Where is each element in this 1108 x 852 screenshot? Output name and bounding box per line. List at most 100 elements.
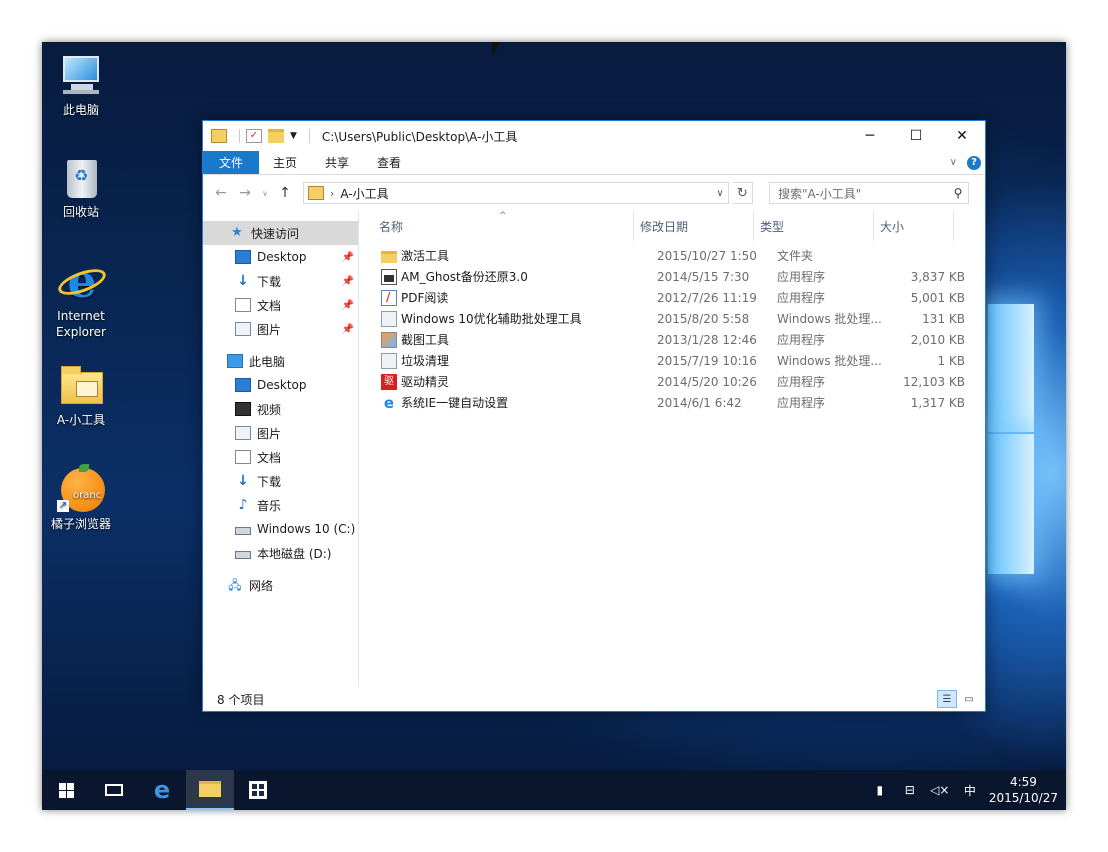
desktop-icon-label: Internet — [57, 309, 105, 323]
edge-icon: e — [153, 776, 171, 804]
nav-quick-access[interactable]: ★ 快速访问 — [203, 221, 358, 245]
file-row[interactable]: 激活工具 2015/10/27 1:50 文件夹 — [359, 245, 985, 266]
nav-pc-downloads[interactable]: ↓ 下载 — [203, 469, 358, 493]
window-folder-icon — [211, 129, 227, 143]
nav-label: Desktop — [257, 378, 307, 392]
nav-pc-documents[interactable]: 文档 — [203, 445, 358, 469]
desktop-icon-this-pc[interactable]: 此电脑 — [42, 52, 120, 118]
nav-drive-c[interactable]: Windows 10 (C:) — [203, 517, 358, 541]
file-row[interactable]: PDF阅读 2012/7/26 11:19 应用程序 5,001 KB — [359, 287, 985, 308]
nav-quick-downloads[interactable]: ↓ 下载 📌 — [203, 269, 358, 293]
task-view-button[interactable] — [90, 770, 138, 810]
forward-icon[interactable]: → — [235, 185, 255, 201]
help-icon[interactable]: ? — [967, 155, 981, 170]
wallpaper-logo-pane — [988, 304, 1034, 432]
nav-label: 视频 — [257, 402, 282, 417]
details-view-icon[interactable]: ☰ — [937, 690, 957, 708]
tab-file[interactable]: 文件 — [203, 151, 260, 174]
ime-indicator[interactable]: 中 — [955, 782, 985, 799]
recent-locations-icon[interactable]: ∨ — [259, 189, 271, 198]
pin-icon[interactable]: 📌 — [342, 252, 354, 263]
search-placeholder: 搜索"A-小工具" — [778, 186, 862, 201]
taskbar-edge-button[interactable]: e — [138, 770, 186, 810]
search-icon[interactable]: ⚲ — [948, 186, 968, 200]
new-folder-icon[interactable] — [268, 129, 284, 143]
desktop-icon-internet-explorer[interactable]: e Internet Explorer — [42, 258, 120, 340]
file-row[interactable]: 驱 驱动精灵 2014/5/20 10:26 应用程序 12,103 KB — [359, 371, 985, 392]
file-row[interactable]: e 系统IE一键自动设置 2014/6/1 6:42 应用程序 1,317 KB — [359, 392, 985, 413]
column-size[interactable]: 大小 — [874, 211, 954, 241]
pin-icon[interactable]: 📌 — [342, 324, 354, 335]
nav-network[interactable]: 🖧 网络 — [203, 573, 358, 597]
breadcrumb-separator-icon[interactable]: › — [330, 187, 334, 200]
nav-drive-d[interactable]: 本地磁盘 (D:) — [203, 541, 358, 565]
desktop-icon-orange-browser[interactable]: oranc ↗ 橘子浏览器 — [42, 464, 120, 532]
file-row[interactable]: 截图工具 2013/1/28 12:46 应用程序 2,010 KB — [359, 329, 985, 350]
expand-ribbon-icon[interactable]: ∨ — [950, 157, 957, 168]
pin-icon[interactable]: 📌 — [342, 300, 354, 311]
file-row[interactable]: AM_Ghost备份还原3.0 2014/5/15 7:30 应用程序 3,83… — [359, 266, 985, 287]
address-bar[interactable]: › A-小工具 ∨ — [303, 182, 729, 204]
orange-browser-icon: oranc ↗ — [57, 464, 105, 514]
nav-pc-pictures[interactable]: 图片 — [203, 421, 358, 445]
nav-label: Windows 10 (C:) — [257, 522, 356, 536]
column-headers: ^ 名称 修改日期 类型 大小 — [359, 211, 985, 241]
back-icon[interactable]: ← — [211, 185, 231, 201]
start-button[interactable] — [42, 770, 90, 810]
minimize-button[interactable]: ─ — [847, 121, 893, 151]
refresh-icon[interactable]: ↻ — [733, 182, 753, 204]
close-button[interactable]: ✕ — [939, 121, 985, 151]
navigation-pane: ★ 快速访问 Desktop 📌 ↓ 下载 📌 文档 📌 图片 📌 此电脑 De… — [203, 211, 359, 687]
properties-icon[interactable]: ✓ — [246, 129, 262, 143]
breadcrumb-current[interactable]: A-小工具 — [340, 185, 388, 202]
nav-label: 图片 — [257, 426, 282, 441]
address-dropdown-icon[interactable]: ∨ — [712, 188, 728, 199]
column-type[interactable]: 类型 — [754, 211, 874, 241]
clock[interactable]: 4:59 2015/10/27 — [985, 774, 1066, 806]
nav-quick-documents[interactable]: 文档 📌 — [203, 293, 358, 317]
search-input[interactable]: 搜索"A-小工具" ⚲ — [769, 182, 969, 204]
nav-label: Desktop — [257, 250, 307, 264]
desktop-icon-tools-folder[interactable]: A-小工具 — [42, 362, 120, 428]
folder-icon — [381, 250, 397, 263]
batch-icon — [381, 310, 397, 327]
desktop-icon — [235, 378, 251, 392]
title-bar[interactable]: ✓ ▼ C:\Users\Public\Desktop\A-小工具 ─ ☐ ✕ — [203, 121, 985, 151]
document-icon — [235, 450, 251, 464]
nav-quick-pictures[interactable]: 图片 📌 — [203, 317, 358, 341]
document-icon — [235, 298, 251, 312]
nav-pc-music[interactable]: ♪ 音乐 — [203, 493, 358, 517]
nav-pc-desktop[interactable]: Desktop — [203, 373, 358, 397]
tab-share[interactable]: 共享 — [311, 151, 363, 174]
nav-label: 图片 — [257, 322, 282, 337]
taskbar-store-button[interactable] — [234, 770, 282, 810]
file-row[interactable]: 垃圾清理 2015/7/19 10:16 Windows 批处理... 1 KB — [359, 350, 985, 371]
network-icon[interactable]: ⊟ — [895, 783, 925, 797]
network-icon: 🖧 — [228, 578, 242, 592]
system-tray: ▮ ⊟ ◁× 中 4:59 2015/10/27 — [865, 770, 1066, 810]
star-icon: ★ — [231, 225, 243, 240]
volume-muted-icon[interactable]: ◁× — [925, 783, 955, 797]
taskbar-file-explorer-button[interactable] — [186, 770, 234, 810]
safely-remove-icon[interactable]: ▮ — [865, 783, 895, 797]
desktop-icon-label: A-小工具 — [56, 413, 106, 427]
store-icon — [249, 781, 267, 799]
nav-pc-videos[interactable]: 视频 — [203, 397, 358, 421]
maximize-button[interactable]: ☐ — [893, 121, 939, 151]
tab-view[interactable]: 查看 — [363, 151, 415, 174]
wallpaper-logo-pane — [988, 434, 1034, 574]
nav-quick-desktop[interactable]: Desktop 📌 — [203, 245, 358, 269]
nav-this-pc[interactable]: 此电脑 — [203, 349, 358, 373]
large-icons-view-icon[interactable]: ▭ — [959, 690, 979, 708]
pictures-icon — [235, 426, 251, 440]
desktop-icon-recycle-bin[interactable]: 回收站 — [42, 154, 120, 220]
column-date[interactable]: 修改日期 — [634, 211, 754, 241]
up-icon[interactable]: ↑ — [275, 185, 295, 201]
pin-icon[interactable]: 📌 — [342, 276, 354, 287]
tab-home[interactable]: 主页 — [259, 151, 311, 174]
file-rows: 激活工具 2015/10/27 1:50 文件夹 AM_Ghost备份还原3.0… — [359, 241, 985, 413]
customize-quick-access-icon[interactable]: ▼ — [290, 131, 297, 141]
nav-label: 文档 — [257, 298, 282, 313]
file-row[interactable]: Windows 10优化辅助批处理工具 2015/8/20 5:58 Windo… — [359, 308, 985, 329]
separator — [239, 129, 240, 143]
